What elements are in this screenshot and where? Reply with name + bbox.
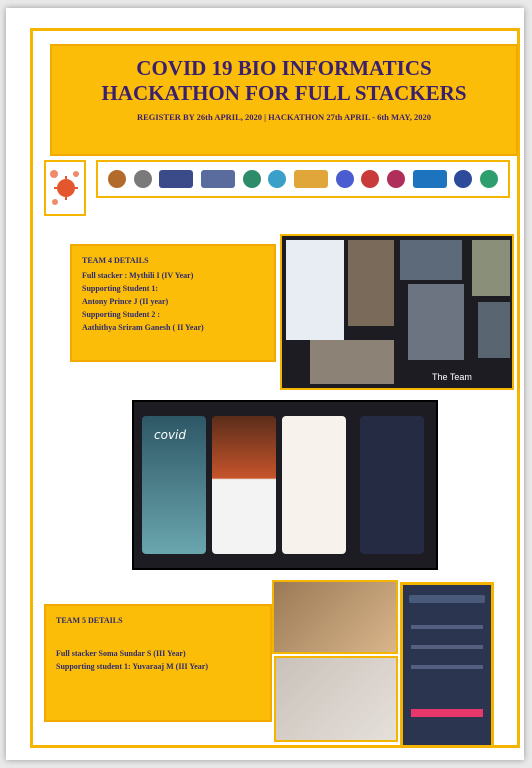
logo-icon [268,170,287,188]
logo-icon [335,170,354,188]
team-4-title: TEAM 4 DETAILS [82,256,149,265]
app-screenshots: covid [132,400,438,570]
title-line-2: HACKATHON FOR FULL STACKERS [101,81,467,105]
team-photo-collage [280,234,514,390]
logo-icon [412,170,447,188]
sponsor-logos-strip [96,160,510,198]
form-line [411,665,483,669]
team-4-line: Supporting Student 1: [82,284,159,293]
photo-tile [400,240,462,280]
logo-icon [133,170,152,188]
photo-tile [408,284,464,360]
logo-icon [454,170,473,188]
team-5-photo [272,580,398,654]
title-line-1: COVID 19 BIO INFORMATICS [136,56,432,80]
logo-icon [200,170,235,188]
logo-icon [293,170,328,188]
poster-subtitle: REGISTER BY 26th APRIL, 2020 | HACKATHON… [136,112,432,122]
team-5-line: Full stacker Soma Sundar S (III Year) [56,649,186,658]
photo-tile [348,240,394,326]
team-4-line: Supporting Student 2 : [82,310,161,319]
logo-icon [159,170,194,188]
team-5-app-screenshot [400,582,494,748]
virus-icon [44,160,86,216]
logo-icon [480,170,499,188]
screenshot-tile [286,240,344,340]
team-4-details: TEAM 4 DETAILS Full stacker : Mythili I … [70,244,276,362]
logo-icon [242,170,261,188]
logo-icon [361,170,380,188]
team-5-details: TEAM 5 DETAILS Full stacker Soma Sundar … [44,604,272,722]
team-4-line: Aathithya Sriram Ganesh ( II Year) [82,323,204,332]
team-5-line: Supporting student 1: Yuvaraaj M (III Ye… [56,662,209,671]
app-splash-screen: covid [142,416,206,554]
logo-icon [387,170,406,188]
app-dialog-screen [360,416,424,554]
app-map-screen [282,416,346,554]
team-4-line: Full stacker : Mythili I (IV Year) [82,271,194,280]
team-5-photo [274,656,398,742]
poster-title: COVID 19 BIO INFORMATICS HACKATHON FOR F… [52,56,516,106]
form-line [411,645,483,649]
app-header-bar [409,595,485,603]
photo-tile [478,302,510,358]
app-name: covid [154,428,186,442]
team-4-line: Antony Prince J (II year) [82,297,169,306]
photo-tile [472,240,510,296]
app-login-screen [212,416,276,554]
title-banner: COVID 19 BIO INFORMATICS HACKATHON FOR F… [50,44,518,156]
form-line [411,625,483,629]
photo-tile [310,340,394,384]
submit-bar [411,709,483,717]
team-5-title: TEAM 5 DETAILS [56,616,123,625]
collage-caption: The Team [432,372,472,382]
logo-icon [107,170,126,188]
